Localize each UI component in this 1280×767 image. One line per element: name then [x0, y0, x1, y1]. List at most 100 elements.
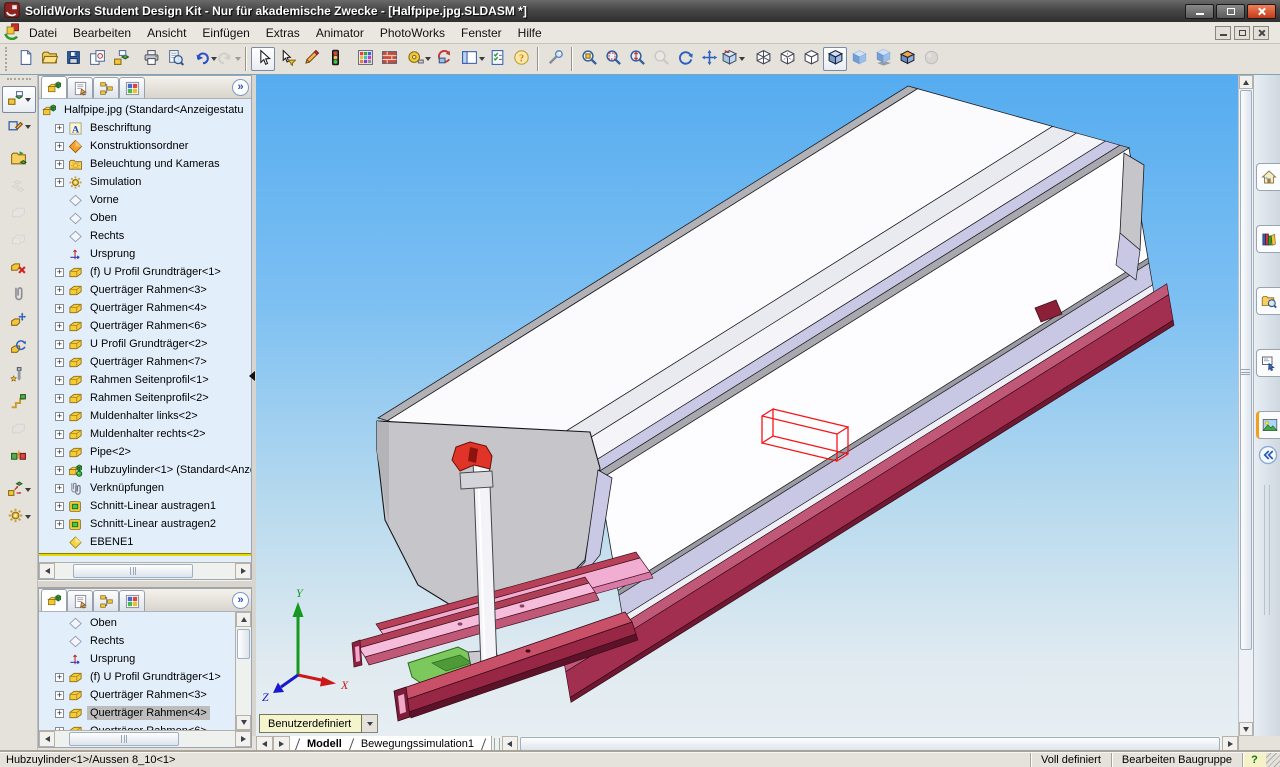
- tab-scroll-right-button[interactable]: [273, 736, 290, 751]
- configurationmanager-tab[interactable]: [93, 77, 119, 98]
- document-minimize-button[interactable]: [1215, 25, 1231, 40]
- save-button[interactable]: [61, 47, 85, 71]
- expand-plus-icon[interactable]: [55, 303, 64, 313]
- tree-item-halfpipe-jpg-standard-anzeigestatu[interactable]: Halfpipe.jpg (Standard<Anzeigestatu: [39, 101, 251, 119]
- zoom-to-fit-button[interactable]: [577, 47, 601, 71]
- scroll-left-button[interactable]: [39, 731, 55, 747]
- edit-texture-button[interactable]: [377, 47, 401, 71]
- expand-plus-icon[interactable]: [55, 411, 64, 421]
- view-wand-button[interactable]: [543, 47, 567, 71]
- expand-plus-icon[interactable]: [55, 177, 64, 187]
- scroll-right-button[interactable]: [235, 563, 251, 579]
- dropdown-arrow-icon[interactable]: [24, 124, 31, 129]
- expand-plus-icon[interactable]: [55, 375, 64, 385]
- viewport-horizontal-scrollbar[interactable]: [491, 736, 1238, 752]
- scroll-left-button[interactable]: [501, 736, 518, 752]
- tree-item-f-u-profil-grundträger-1[interactable]: (f) U Profil Grundträger<1>: [39, 668, 235, 686]
- scroll-up-button[interactable]: [236, 612, 251, 627]
- scrollbar-split-grip[interactable]: [1241, 369, 1250, 375]
- propertymanager-tab[interactable]: [67, 590, 93, 611]
- expand-plus-icon[interactable]: [55, 159, 64, 169]
- window-minimize-button[interactable]: [1185, 3, 1214, 19]
- menu-einfügen[interactable]: Einfügen: [194, 24, 257, 42]
- resources-tab[interactable]: [1256, 163, 1280, 191]
- expand-plus-icon[interactable]: [55, 429, 64, 439]
- dropdown-arrow-icon[interactable]: [24, 487, 31, 492]
- window-maximize-button[interactable]: [1216, 3, 1245, 19]
- dropdown-arrow-icon[interactable]: [235, 57, 241, 61]
- toolbar-grip[interactable]: [5, 47, 10, 71]
- wireframe-button[interactable]: [751, 47, 775, 71]
- configurationmanager-tab[interactable]: [93, 590, 119, 611]
- tree-item-querträger-rahmen-3[interactable]: Querträger Rahmen<3>: [39, 281, 251, 299]
- doc-tab-bewegungssimulation1[interactable]: Bewegungssimulation1: [355, 738, 480, 750]
- zoom-to-area-button[interactable]: [601, 47, 625, 71]
- selection-filter-button[interactable]: [275, 47, 299, 71]
- shaded-with-edges-button[interactable]: [823, 47, 847, 71]
- tree-item-konstruktionsordner[interactable]: Konstruktionsordner: [39, 137, 251, 155]
- tree-item-muldenhalter-links-2[interactable]: Muldenhalter links<2>: [39, 407, 251, 425]
- expand-plus-icon[interactable]: [55, 393, 64, 403]
- displaymanager-tab[interactable]: [119, 590, 145, 611]
- task-pane-grip[interactable]: [1264, 485, 1270, 615]
- expand-plus-icon[interactable]: [55, 672, 64, 682]
- tree-item-hubzuylinder-1-standard-anze[interactable]: Hubzuylinder<1> (Standard<Anze: [39, 461, 251, 479]
- insert-from-file-button[interactable]: [2, 146, 36, 173]
- zoom-in-out-button[interactable]: [625, 47, 649, 71]
- replace-components-button[interactable]: [2, 389, 36, 416]
- scroll-up-button[interactable]: [1239, 75, 1253, 89]
- displaymanager-tab[interactable]: [119, 77, 145, 98]
- tree-item-u-profil-grundträger-2[interactable]: U Profil Grundträger<2>: [39, 335, 251, 353]
- tree-item-pipe-2[interactable]: Pipe<2>: [39, 443, 251, 461]
- menu-datei[interactable]: Datei: [21, 24, 65, 42]
- panel-splitter[interactable]: [38, 580, 252, 588]
- featuremanager-tab[interactable]: [41, 76, 67, 98]
- rotate-component-button[interactable]: [2, 335, 36, 362]
- expand-plus-icon[interactable]: [55, 285, 64, 295]
- standard-views-button[interactable]: [721, 47, 745, 71]
- tree-item-beleuchtung-und-kameras[interactable]: Beleuchtung und Kameras: [39, 155, 251, 173]
- mate-button[interactable]: [2, 281, 36, 308]
- layout-sketch-button[interactable]: [2, 113, 36, 140]
- expand-plus-icon[interactable]: [55, 339, 64, 349]
- menu-fenster[interactable]: Fenster: [453, 24, 510, 42]
- smart-fasteners-button[interactable]: [2, 362, 36, 389]
- panel-tabs-overflow-button[interactable]: »: [232, 592, 249, 609]
- hidden-lines-visible-button[interactable]: [775, 47, 799, 71]
- open-document-button[interactable]: [37, 47, 61, 71]
- menu-hilfe[interactable]: Hilfe: [510, 24, 550, 42]
- menu-photoworks[interactable]: PhotoWorks: [372, 24, 453, 42]
- expand-plus-icon[interactable]: [55, 357, 64, 367]
- featuremanager-tab[interactable]: [41, 589, 67, 611]
- dropdown-arrow-icon[interactable]: [24, 97, 31, 102]
- graphics-viewport[interactable]: Y X Z Benutzerdefiniert: [256, 75, 1238, 736]
- undo-button[interactable]: [193, 47, 217, 71]
- menu-extras[interactable]: Extras: [258, 24, 308, 42]
- interference-detection-button[interactable]: [2, 443, 36, 470]
- tab-scroll-left-button[interactable]: [256, 736, 273, 751]
- document-close-button[interactable]: [1253, 25, 1269, 40]
- tree-item-rechts[interactable]: Rechts: [39, 632, 235, 650]
- exploded-view-button[interactable]: [2, 476, 36, 503]
- tree-item-ebene1[interactable]: EBENE1: [39, 533, 251, 551]
- shadows-in-shaded-mode-button[interactable]: [871, 47, 895, 71]
- tree-item-ursprung[interactable]: Ursprung: [39, 650, 235, 668]
- menu-animator[interactable]: Animator: [308, 24, 372, 42]
- toolbar-grip[interactable]: [6, 78, 31, 83]
- rotate-view-button[interactable]: [673, 47, 697, 71]
- measure-button[interactable]: [407, 47, 431, 71]
- edit-color-button[interactable]: [353, 47, 377, 71]
- scrollbar-split-grip[interactable]: [493, 738, 500, 750]
- tree-item-querträger-rahmen-6[interactable]: Querträger Rahmen<6>: [39, 317, 251, 335]
- tree-item-schnitt-linear-austragen2[interactable]: Schnitt-Linear austragen2: [39, 515, 251, 533]
- section-view-button[interactable]: [895, 47, 919, 71]
- propertymanager-tab[interactable]: [67, 77, 93, 98]
- design-library-tab[interactable]: [1256, 225, 1280, 253]
- menu-bearbeiten[interactable]: Bearbeiten: [65, 24, 139, 42]
- expand-plus-icon[interactable]: [55, 465, 64, 475]
- expand-plus-icon[interactable]: [55, 267, 64, 277]
- panel-vertical-scrollbar[interactable]: [235, 612, 251, 730]
- sketch-button[interactable]: [299, 47, 323, 71]
- viewport-vertical-scrollbar[interactable]: [1238, 75, 1253, 736]
- tree-item-rahmen-seitenprofil-2[interactable]: Rahmen Seitenprofil<2>: [39, 389, 251, 407]
